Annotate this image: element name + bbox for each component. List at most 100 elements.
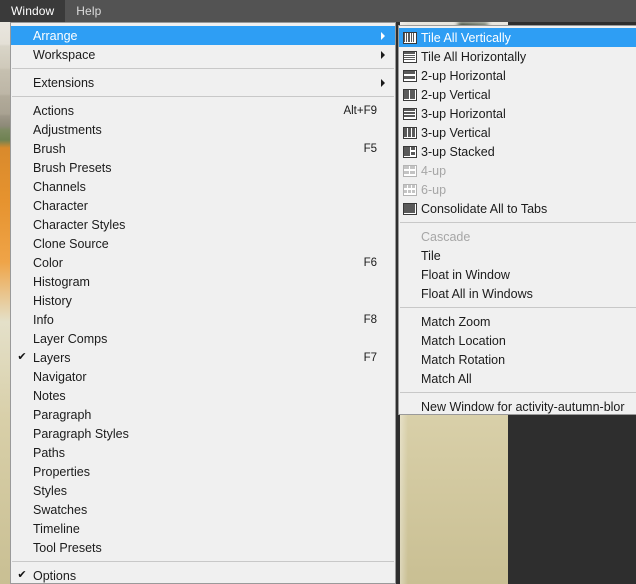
window-menu-item-brush[interactable]: Brush F5	[11, 139, 395, 158]
arrange-menu-item-tile-all-vertically[interactable]: Tile All Vertically	[399, 28, 636, 47]
window-menu-item-notes[interactable]: Notes	[11, 386, 395, 405]
menu-separator	[12, 561, 394, 562]
tile-all-horizontally-icon	[403, 50, 417, 63]
window-menu-item-paragraph[interactable]: Paragraph	[11, 405, 395, 424]
menu-item-label: Extensions	[33, 75, 95, 90]
arrange-menu-item-3-up-horizontal[interactable]: 3-up Horizontal	[399, 104, 636, 123]
six-up-icon	[403, 183, 417, 196]
window-menu-item-adjustments[interactable]: Adjustments	[11, 120, 395, 139]
menu-item-label: Info	[33, 312, 54, 327]
tile-all-horizontally-icon	[399, 50, 421, 63]
arrange-menu-item-3-up-stacked[interactable]: 3-up Stacked	[399, 142, 636, 161]
menu-item-label: Tile All Horizontally	[421, 49, 527, 64]
menu-item-label: Match Location	[421, 333, 506, 348]
window-menu-item-paths[interactable]: Paths	[11, 443, 395, 462]
two-up-horizontal-icon	[399, 69, 421, 82]
submenu-arrow-icon	[381, 50, 385, 59]
window-menu-item-options[interactable]: ✔ Options	[11, 566, 395, 584]
menubar-item-help[interactable]: Help	[65, 0, 112, 22]
menu-item-label: Float in Window	[421, 267, 510, 282]
menubar-item-label: Window	[11, 4, 55, 18]
arrange-menu-item-consolidate-all-to-tabs[interactable]: Consolidate All to Tabs	[399, 199, 636, 218]
arrange-menu-item-3-up-vertical[interactable]: 3-up Vertical	[399, 123, 636, 142]
two-up-vertical-icon	[403, 88, 417, 101]
window-menu-item-history[interactable]: History	[11, 291, 395, 310]
window-menu-item-arrange[interactable]: Arrange	[11, 26, 395, 45]
arrange-menu-item-float-all-in-windows[interactable]: Float All in Windows	[399, 284, 636, 303]
menu-item-label: Layers	[33, 350, 71, 365]
window-menu-item-info[interactable]: Info F8	[11, 310, 395, 329]
menu-item-label: Color	[33, 255, 63, 270]
window-menu-item-paragraph-styles[interactable]: Paragraph Styles	[11, 424, 395, 443]
three-up-horizontal-icon	[399, 107, 421, 120]
arrange-menu-item-float-in-window[interactable]: Float in Window	[399, 265, 636, 284]
menu-item-label: Match Rotation	[421, 352, 506, 367]
arrange-menu-item-2-up-horizontal[interactable]: 2-up Horizontal	[399, 66, 636, 85]
window-menu-item-navigator[interactable]: Navigator	[11, 367, 395, 386]
menu-item-label: Float All in Windows	[421, 286, 533, 301]
arrange-menu-item-match-zoom[interactable]: Match Zoom	[399, 312, 636, 331]
window-menu-item-timeline[interactable]: Timeline	[11, 519, 395, 538]
arrange-menu-item-new-window-for-activity-autumn-blor[interactable]: New Window for activity-autumn-blor	[399, 397, 636, 416]
window-menu-item-histogram[interactable]: Histogram	[11, 272, 395, 291]
arrange-menu-item-2-up-vertical[interactable]: 2-up Vertical	[399, 85, 636, 104]
six-up-icon	[399, 183, 421, 196]
menu-item-label: Paragraph	[33, 407, 92, 422]
menubar-item-window[interactable]: Window	[0, 0, 66, 22]
arrange-menu-item-match-rotation[interactable]: Match Rotation	[399, 350, 636, 369]
window-menu-item-layers[interactable]: ✔ Layers F7	[11, 348, 395, 367]
menu-item-label: 3-up Horizontal	[421, 106, 506, 121]
arrange-menu-item-match-location[interactable]: Match Location	[399, 331, 636, 350]
tile-all-vertically-icon	[399, 31, 421, 44]
menu-item-label: Navigator	[33, 369, 87, 384]
window-menu-item-workspace[interactable]: Workspace	[11, 45, 395, 64]
menu-item-label: Actions	[33, 103, 74, 118]
window-menu-item-brush-presets[interactable]: Brush Presets	[11, 158, 395, 177]
menu-item-label: Timeline	[33, 521, 80, 536]
menu-item-label: 6-up	[421, 182, 447, 197]
menu-item-label: 3-up Stacked	[421, 144, 495, 159]
window-menu-item-color[interactable]: Color F6	[11, 253, 395, 272]
consolidate-all-to-tabs-icon	[399, 202, 421, 215]
menu-item-label: Workspace	[33, 47, 96, 62]
menu-item-label: Character	[33, 198, 88, 213]
menu-item-label: Brush Presets	[33, 160, 112, 175]
arrange-menu-item-tile-all-horizontally[interactable]: Tile All Horizontally	[399, 47, 636, 66]
menu-item-label: Brush	[33, 141, 66, 156]
submenu-arrow-icon	[381, 31, 385, 40]
menu-item-shortcut: F5	[363, 142, 377, 155]
window-menu-item-extensions[interactable]: Extensions	[11, 73, 395, 92]
menu-item-label: 2-up Horizontal	[421, 68, 506, 83]
menu-separator	[400, 392, 636, 393]
menu-item-shortcut: F8	[363, 313, 377, 326]
arrange-menu-item-match-all[interactable]: Match All	[399, 369, 636, 388]
window-menu-item-character[interactable]: Character	[11, 196, 395, 215]
menu-item-label: Tool Presets	[33, 540, 102, 555]
menu-item-label: Histogram	[33, 274, 90, 289]
arrange-menu-item-tile[interactable]: Tile	[399, 246, 636, 265]
window-menu-item-properties[interactable]: Properties	[11, 462, 395, 481]
checkmark-icon: ✔	[17, 351, 27, 363]
checkmark-icon: ✔	[17, 569, 27, 581]
window-menu-item-character-styles[interactable]: Character Styles	[11, 215, 395, 234]
window-menu-item-clone-source[interactable]: Clone Source	[11, 234, 395, 253]
menu-item-label: Swatches	[33, 502, 88, 517]
menu-separator	[12, 68, 394, 69]
three-up-stacked-icon	[403, 145, 417, 158]
menu-item-label: Clone Source	[33, 236, 109, 251]
menu-item-shortcut: Alt+F9	[343, 104, 377, 117]
window-menu-item-styles[interactable]: Styles	[11, 481, 395, 500]
window-menu-item-actions[interactable]: Actions Alt+F9	[11, 101, 395, 120]
arrange-menu-item-4-up: 4-up	[399, 161, 636, 180]
menu-item-label: Cascade	[421, 229, 471, 244]
window-menu-item-channels[interactable]: Channels	[11, 177, 395, 196]
four-up-icon	[403, 164, 417, 177]
arrange-menu-item-cascade: Cascade	[399, 227, 636, 246]
menu-item-label: Character Styles	[33, 217, 126, 232]
window-menu-item-layer-comps[interactable]: Layer Comps	[11, 329, 395, 348]
menu-item-label: History	[33, 293, 72, 308]
window-menu-item-tool-presets[interactable]: Tool Presets	[11, 538, 395, 557]
three-up-vertical-icon	[403, 126, 417, 139]
menu-item-label: Tile All Vertically	[421, 30, 511, 45]
window-menu-item-swatches[interactable]: Swatches	[11, 500, 395, 519]
